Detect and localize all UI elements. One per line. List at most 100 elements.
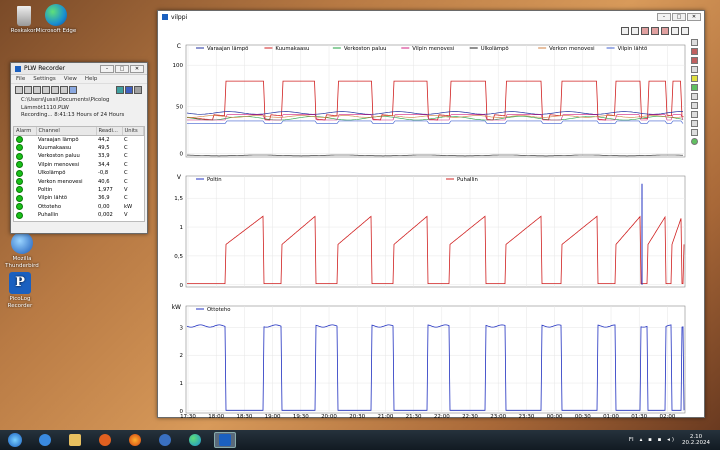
x-tick-label: 19:00 — [265, 414, 281, 419]
picolog-icon — [162, 14, 168, 20]
firefox-icon[interactable] — [124, 432, 146, 448]
recorder-titlebar[interactable]: PLW Recorder – □ ✕ — [11, 63, 147, 75]
picolog-icon[interactable] — [214, 432, 236, 448]
tray-icons[interactable]: ▴ ▪ ▪ ◂) — [640, 437, 676, 443]
channel-reading: 0,00 — [98, 203, 110, 210]
desktop-icon-edge[interactable]: Microsoft Edge — [34, 4, 78, 35]
channel-reading: 40,6 — [98, 178, 110, 185]
channel-row[interactable]: Vilpin lähtö 36,9 C — [14, 194, 144, 202]
clock[interactable]: 2.10 20.2.2024 — [682, 434, 710, 447]
graph-icon[interactable] — [116, 86, 124, 94]
maximize-button[interactable]: □ — [672, 13, 686, 21]
header-alarm[interactable]: Alarm — [14, 127, 37, 136]
status-ok-icon — [16, 161, 23, 169]
channel-row[interactable]: Kuumakaasu 49,5 C — [14, 144, 144, 152]
channel-reading: 1,977 — [98, 186, 113, 193]
plot-area-3[interactable] — [185, 305, 686, 414]
desktop-icon-thunderbird[interactable]: Mozilla Thunderbird — [0, 232, 44, 269]
channel-row[interactable]: Puhallin 0,002 V — [14, 211, 144, 219]
axis-unit: C — [177, 43, 181, 50]
channel-row[interactable]: Poltin 1,977 V — [14, 186, 144, 194]
recording-path: C:\Users\Jussi\Documents\Picolog — [21, 97, 110, 103]
x-tick-label: 20:30 — [349, 414, 365, 419]
status-ok-icon — [16, 186, 23, 194]
legend-label: Ottoteho — [207, 307, 231, 313]
x-tick-label: 23:00 — [490, 414, 506, 419]
channel-row[interactable]: Varaajan lämpö 44,2 C — [14, 135, 144, 144]
new-icon[interactable] — [15, 86, 23, 94]
monitor-icon[interactable] — [134, 86, 142, 94]
language-indicator[interactable]: FI — [629, 437, 634, 443]
status-ok-icon — [16, 203, 23, 211]
recording-status: Recording... 8:41:13 Hours of 24 Hours — [21, 112, 125, 118]
y-tick-label: 0 — [180, 283, 184, 289]
minimize-button[interactable]: – — [657, 13, 671, 21]
channel-row[interactable]: Verkoston paluu 33,9 C — [14, 152, 144, 160]
channel-unit: C — [124, 161, 128, 168]
explorer-icon[interactable] — [64, 432, 86, 448]
legend-label: Vilpin menovesi — [412, 46, 454, 52]
desktop-icon-label: Mozilla Thunderbird — [5, 256, 39, 269]
header-reading[interactable]: Readi... — [96, 127, 123, 136]
open-icon[interactable] — [24, 86, 32, 94]
pause-icon[interactable] — [42, 86, 50, 94]
alarm-cell — [14, 177, 36, 186]
channel-table: Alarm Channel Readi... Units Varaajan lä… — [14, 127, 144, 219]
header-units[interactable]: Units — [122, 127, 144, 136]
x-tick-label: 22:00 — [434, 414, 450, 419]
record-icon[interactable] — [33, 86, 41, 94]
axis-unit: V — [177, 174, 182, 181]
channel-name: Verkon menovesi — [38, 178, 83, 185]
close-button[interactable]: ✕ — [130, 64, 144, 73]
plot-area-2[interactable] — [185, 175, 686, 288]
menu-view[interactable]: View — [64, 76, 77, 82]
alarm-cell — [14, 203, 36, 211]
alarm-cell — [14, 152, 36, 160]
x-tick-label: 01:30 — [631, 414, 647, 419]
channel-row[interactable]: Ottoteho 0,00 kW — [14, 203, 144, 211]
edge-icon[interactable] — [184, 432, 206, 448]
channel-name: Vilpin menovesi — [38, 161, 80, 168]
graph-titlebar[interactable]: vilppi – □ ✕ — [158, 11, 704, 23]
legend-label: Ulkolämpö — [481, 46, 509, 52]
status-ok-icon — [16, 211, 23, 219]
menu-help[interactable]: Help — [85, 76, 98, 82]
menu-settings[interactable]: Settings — [33, 76, 56, 82]
x-tick-label: 01:00 — [603, 414, 619, 419]
status-ok-icon — [16, 144, 23, 152]
axis-unit: kW — [172, 304, 181, 311]
menu-file[interactable]: File — [16, 76, 25, 82]
ie-icon[interactable] — [34, 432, 56, 448]
channel-row[interactable]: Verkon menovesi 40,6 C — [14, 177, 144, 186]
channel-reading: 49,5 — [98, 144, 110, 151]
minimize-button[interactable]: – — [100, 64, 114, 73]
help-icon[interactable] — [69, 86, 77, 94]
alarm-cell — [14, 135, 36, 144]
channel-row[interactable]: Ulkolämpö -0,8 C — [14, 169, 144, 177]
thunderbird-icon[interactable] — [154, 432, 176, 448]
x-tick-label: 19:30 — [293, 414, 309, 419]
settings-icon[interactable] — [60, 86, 68, 94]
legend-label: Puhallin — [457, 177, 478, 183]
spreadsheet-icon[interactable] — [125, 86, 133, 94]
graph-title: vilppi — [171, 13, 188, 21]
plot-area-1[interactable] — [185, 44, 686, 158]
channel-name: Verkoston paluu — [38, 153, 80, 160]
channel-name: Puhallin — [38, 212, 59, 219]
stop-icon[interactable] — [51, 86, 59, 94]
x-tick-label: 00:00 — [547, 414, 563, 419]
close-button[interactable]: ✕ — [687, 13, 701, 21]
media-player-icon[interactable] — [94, 432, 116, 448]
graph-canvas[interactable]: C Varaajan lämpö Kuumakaasu Verkoston paluu… — [158, 23, 706, 419]
channel-name: Vilpin lähtö — [38, 195, 68, 202]
status-ok-icon — [16, 169, 23, 177]
maximize-button[interactable]: □ — [115, 64, 129, 73]
channel-reading: 0,002 — [98, 212, 113, 219]
desktop-icon-label: PicoLog Recorder — [7, 296, 33, 309]
x-tick-label: 02:00 — [659, 414, 675, 419]
start-icon[interactable] — [4, 432, 26, 448]
channel-row[interactable]: Vilpin menovesi 34,4 C — [14, 161, 144, 169]
header-channel[interactable]: Channel — [36, 127, 97, 136]
desktop-icon-picolog[interactable]: P PicoLog Recorder — [0, 272, 42, 309]
channel-reading: 33,9 — [98, 153, 110, 160]
